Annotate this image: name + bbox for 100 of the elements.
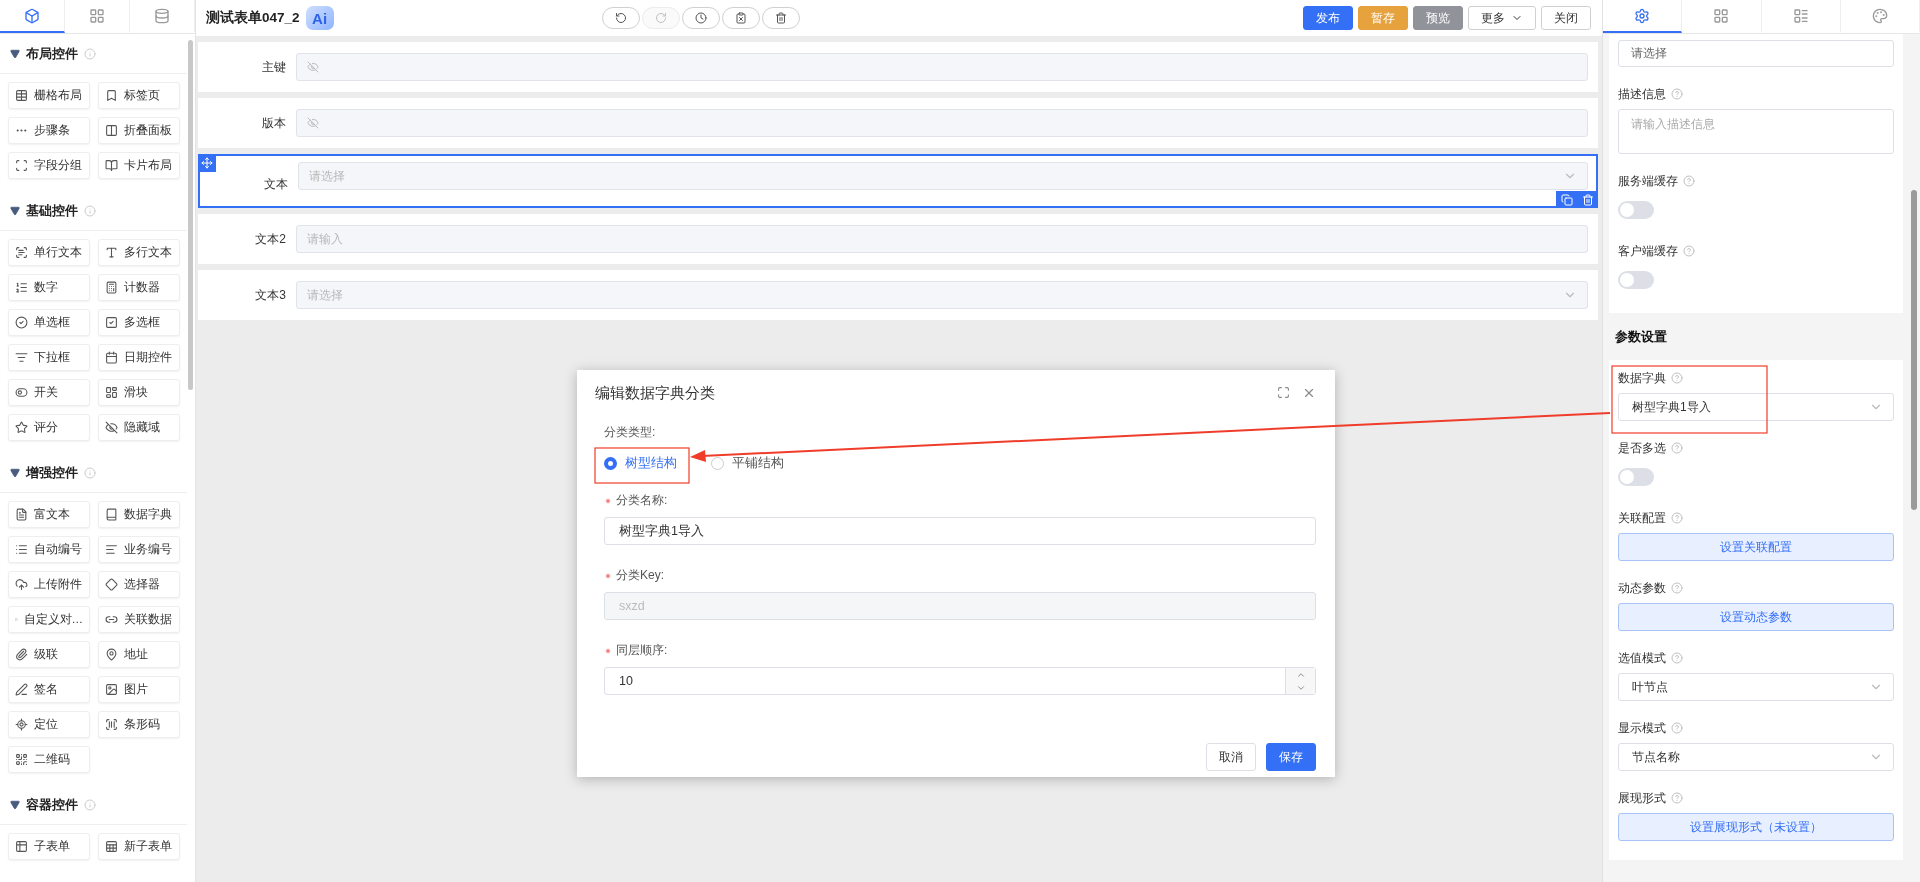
action-button[interactable]: 关闭 xyxy=(1541,6,1591,30)
field-label: 版本 xyxy=(261,114,287,132)
select-field[interactable]: 树型字典1导入 xyxy=(1618,393,1894,421)
toggle-switch[interactable] xyxy=(1618,468,1654,486)
panel-tab[interactable] xyxy=(1761,0,1841,33)
radio-dot[interactable] xyxy=(604,457,617,470)
widget-item[interactable]: 新子表单 xyxy=(98,833,180,860)
toolbar-button[interactable] xyxy=(681,7,720,29)
form-row[interactable]: 版本 xyxy=(198,98,1598,148)
toolbar-button[interactable] xyxy=(761,7,800,29)
radio-option[interactable]: 平铺结构 xyxy=(705,451,790,476)
widget-item[interactable]: 富文本 xyxy=(8,501,90,528)
widget-item[interactable]: 子表单 xyxy=(8,833,90,860)
widget-item[interactable]: 字段分组 xyxy=(8,152,90,179)
widget-item[interactable]: 下拉框 xyxy=(8,344,90,371)
widget-item[interactable]: 折叠面板 xyxy=(98,117,180,144)
widget-item[interactable]: 计数器 xyxy=(98,274,180,301)
clipboard-icon xyxy=(734,12,747,24)
widget-item[interactable]: 日期控件 xyxy=(98,344,180,371)
info-icon xyxy=(84,466,96,479)
fullscreen-icon[interactable] xyxy=(1277,386,1290,399)
toolbar-button[interactable] xyxy=(601,7,640,29)
widget-item[interactable]: 条形码 xyxy=(98,711,180,738)
field-label: 主键 xyxy=(261,58,287,76)
form-row[interactable]: 文本 请选择 xyxy=(198,154,1598,208)
move-handle[interactable] xyxy=(198,154,216,172)
help-icon xyxy=(1683,175,1695,187)
widget-item[interactable]: 业务编号 xyxy=(98,536,180,563)
field-label: 文本2 xyxy=(254,230,287,248)
dialog-button[interactable]: 取消 xyxy=(1206,743,1256,771)
scrollbar[interactable] xyxy=(188,40,193,390)
widget-item[interactable]: 定位 xyxy=(8,711,90,738)
widget-item[interactable]: 标签页 xyxy=(98,82,180,109)
form-title: 测试表单047_2 xyxy=(206,9,300,27)
widget-item[interactable]: 自动编号 xyxy=(8,536,90,563)
form-row[interactable]: 主键 xyxy=(198,42,1598,92)
dialog-button[interactable]: 保存 xyxy=(1266,743,1316,771)
text-frame-icon xyxy=(15,246,28,259)
radio-dot[interactable] xyxy=(711,457,724,470)
widget-item[interactable]: 多选框 xyxy=(98,309,180,336)
close-icon[interactable] xyxy=(1302,386,1316,400)
info-icon xyxy=(84,798,96,811)
widget-item[interactable]: 隐藏域 xyxy=(98,414,180,441)
star-icon xyxy=(15,421,28,434)
trash-icon xyxy=(1581,193,1594,206)
widget-item[interactable]: 自定义对… xyxy=(8,606,90,633)
action-button[interactable]: 更多 xyxy=(1468,6,1536,30)
toolbar-button[interactable] xyxy=(721,7,760,29)
widget-item[interactable]: 图片 xyxy=(98,676,180,703)
collapse-icon[interactable] xyxy=(10,205,20,216)
config-button[interactable]: 设置动态参数 xyxy=(1618,603,1894,631)
config-button[interactable]: 设置关联配置 xyxy=(1618,533,1894,561)
widget-item[interactable]: 步骤条 xyxy=(8,117,90,144)
widget-item[interactable]: 卡片布局 xyxy=(98,152,180,179)
paperclip-icon xyxy=(15,648,28,661)
widget-item[interactable]: 滑块 xyxy=(98,379,180,406)
image-icon xyxy=(105,683,118,696)
panel-tab[interactable] xyxy=(0,0,65,33)
toggle-switch[interactable] xyxy=(1618,271,1654,289)
panel-tab[interactable] xyxy=(1840,0,1920,33)
group-title: 容器控件 xyxy=(26,795,78,814)
widget-item[interactable]: 选择器 xyxy=(98,571,180,598)
widget-item[interactable]: 二维码 xyxy=(8,746,90,773)
barcode-icon xyxy=(105,718,118,731)
widget-item[interactable]: 评分 xyxy=(8,414,90,441)
widget-item[interactable]: 单行文本 xyxy=(8,239,90,266)
widget-item[interactable]: 上传附件 xyxy=(8,571,90,598)
radio-option[interactable]: 树型结构 xyxy=(598,451,683,476)
list-icon xyxy=(15,543,28,556)
widget-item[interactable]: 数据字典 xyxy=(98,501,180,528)
help-icon xyxy=(1671,652,1683,664)
scrollbar[interactable] xyxy=(1911,190,1917,510)
widget-item[interactable]: 地址 xyxy=(98,641,180,668)
widget-item[interactable]: 关联数据 xyxy=(98,606,180,633)
select-field[interactable]: 叶节点 xyxy=(1618,673,1894,701)
widget-item[interactable]: 级联 xyxy=(8,641,90,668)
collapse-icon[interactable] xyxy=(10,799,20,810)
map-pin-icon xyxy=(105,648,118,661)
collapse-icon[interactable] xyxy=(10,48,20,59)
widget-item[interactable]: 单选框 xyxy=(8,309,90,336)
widget-item[interactable]: 签名 xyxy=(8,676,90,703)
table-icon xyxy=(105,840,118,853)
action-button[interactable]: 发布 xyxy=(1303,6,1353,30)
widget-item[interactable]: 开关 xyxy=(8,379,90,406)
panel-tab[interactable] xyxy=(1603,0,1683,33)
input-field[interactable]: 树型字典1导入 xyxy=(604,517,1316,545)
widget-item[interactable]: 多行文本 xyxy=(98,239,180,266)
select-field[interactable]: 节点名称 xyxy=(1618,743,1894,771)
filter-icon xyxy=(15,351,28,364)
toggle-switch[interactable] xyxy=(1618,201,1654,219)
widget-item[interactable]: 栅格布局 xyxy=(8,82,90,109)
select-field[interactable]: 请选择 xyxy=(1618,40,1894,67)
collapse-icon[interactable] xyxy=(10,467,20,478)
widget-item[interactable]: 数字 xyxy=(8,274,90,301)
config-button[interactable]: 设置展现形式（未设置） xyxy=(1618,813,1894,841)
dialog-title: 编辑数据字典分类 xyxy=(595,383,715,403)
field-label: 分类Key: xyxy=(604,567,1316,584)
form-row[interactable]: 文本3 请选择 xyxy=(198,270,1598,320)
form-row[interactable]: 文本2 请输入 xyxy=(198,214,1598,264)
panel-tab[interactable] xyxy=(1682,0,1762,33)
